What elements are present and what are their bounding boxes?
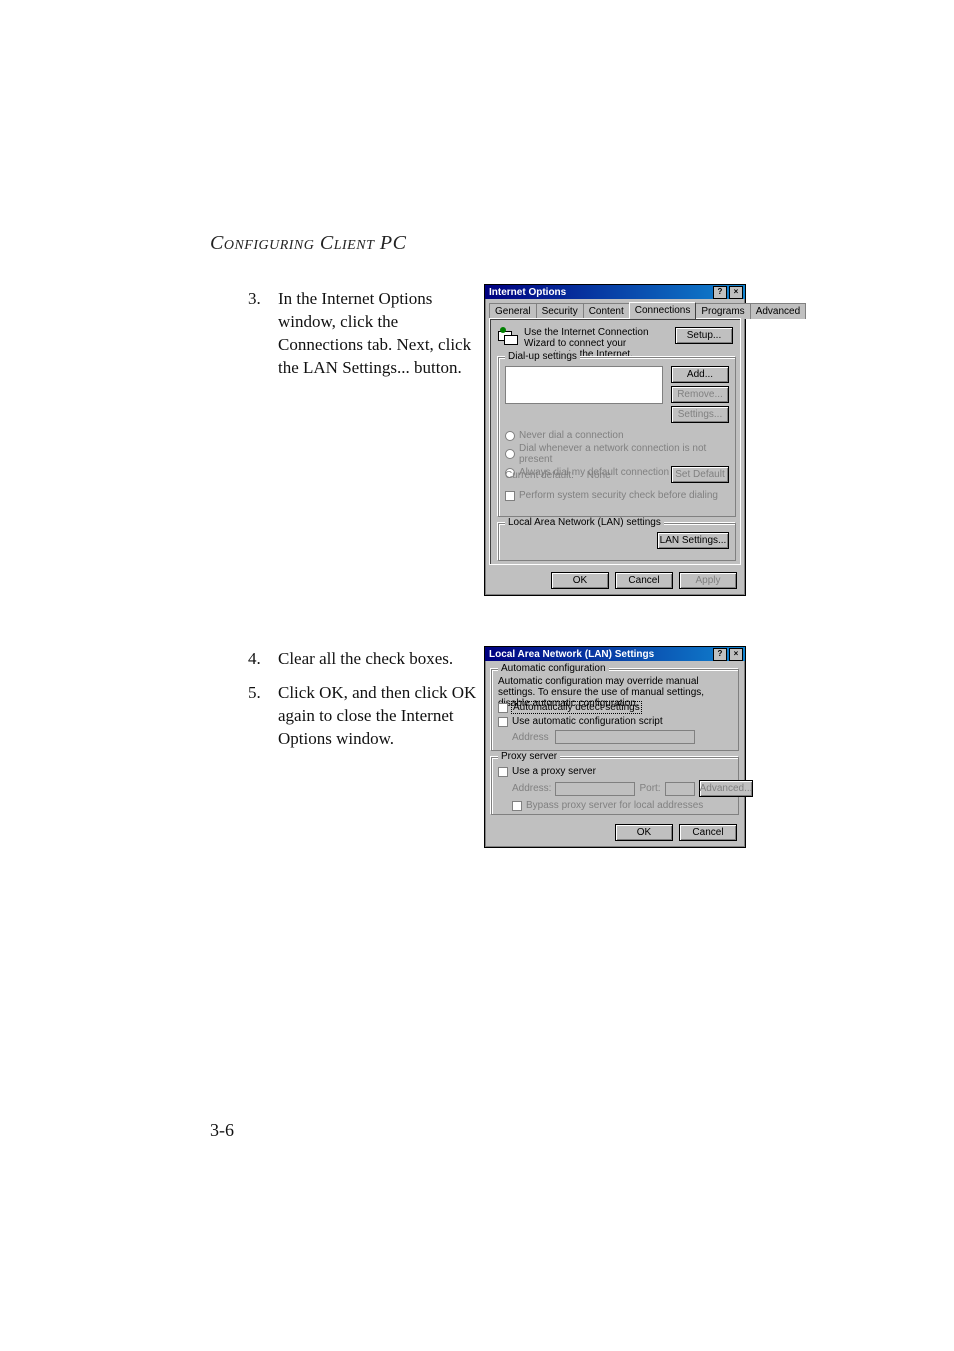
current-default-label: Current default: bbox=[505, 470, 574, 481]
dialup-group-label: Dial-up settings bbox=[505, 351, 580, 362]
lan-settings-titlebar: Local Area Network (LAN) Settings ? × bbox=[485, 647, 745, 661]
remove-button: Remove... bbox=[671, 386, 729, 403]
internet-options-title: Internet Options bbox=[487, 287, 711, 298]
step-5-text: Click OK, and then click OK again to clo… bbox=[278, 682, 478, 751]
close-icon[interactable]: × bbox=[729, 648, 743, 661]
lan-group: Local Area Network (LAN) settings LAN Se… bbox=[498, 523, 736, 561]
current-default-value: None bbox=[587, 470, 611, 481]
perform-security-check-label: Perform system security check before dia… bbox=[519, 490, 718, 501]
apply-button: Apply bbox=[679, 572, 737, 589]
tab-security[interactable]: Security bbox=[536, 303, 584, 319]
bypass-local-checkbox: Bypass proxy server for local addresses bbox=[512, 800, 703, 811]
step-3-number: 3. bbox=[248, 288, 278, 380]
use-proxy-label: Use a proxy server bbox=[512, 766, 596, 777]
settings-button: Settings... bbox=[671, 406, 729, 423]
step-4-number: 4. bbox=[248, 648, 278, 671]
auto-config-group-label: Automatic configuration bbox=[498, 663, 609, 674]
bypass-local-label: Bypass proxy server for local addresses bbox=[526, 800, 703, 811]
section-title: Configuring Client PC bbox=[210, 232, 406, 255]
step-4: 4. Clear all the check boxes. bbox=[248, 648, 478, 671]
radio-never-dial-label: Never dial a connection bbox=[519, 430, 624, 441]
step-3: 3. In the Internet Options window, click… bbox=[248, 288, 478, 380]
tab-connections[interactable]: Connections bbox=[629, 302, 697, 319]
proxy-port-label: Port: bbox=[639, 783, 660, 794]
page: Configuring Client PC 3. In the Internet… bbox=[0, 0, 954, 1351]
set-default-button: Set Default bbox=[671, 466, 729, 483]
connections-tab-body: Use the Internet Connection Wizard to co… bbox=[489, 318, 741, 565]
auto-address-label: Address bbox=[512, 732, 549, 743]
step-5: 5. Click OK, and then click OK again to … bbox=[248, 682, 478, 751]
tab-programs[interactable]: Programs bbox=[695, 303, 750, 319]
ok-button[interactable]: OK bbox=[551, 572, 609, 589]
lan-settings-button-row: OK Cancel bbox=[615, 824, 737, 841]
cancel-button[interactable]: Cancel bbox=[679, 824, 737, 841]
internet-options-tabs: General Security Content Connections Pro… bbox=[489, 303, 805, 319]
radio-never-dial: Never dial a connection bbox=[505, 430, 725, 441]
proxy-group: Proxy server Use a proxy server Address:… bbox=[491, 757, 739, 815]
internet-options-titlebar: Internet Options ? × bbox=[485, 285, 745, 299]
ok-button[interactable]: OK bbox=[615, 824, 673, 841]
radio-dial-when: Dial whenever a network connection is no… bbox=[505, 443, 725, 465]
close-icon[interactable]: × bbox=[729, 286, 743, 299]
auto-address-input bbox=[555, 730, 695, 744]
step-4-text: Clear all the check boxes. bbox=[278, 648, 478, 671]
proxy-advanced-button: Advanced... bbox=[699, 780, 753, 797]
internet-options-button-row: OK Cancel Apply bbox=[551, 572, 737, 589]
use-proxy-checkbox[interactable]: Use a proxy server bbox=[498, 766, 596, 777]
proxy-group-label: Proxy server bbox=[498, 751, 560, 762]
add-button[interactable]: Add... bbox=[671, 366, 729, 383]
step-3-text: In the Internet Options window, click th… bbox=[278, 288, 478, 380]
help-icon[interactable]: ? bbox=[713, 648, 727, 661]
help-icon[interactable]: ? bbox=[713, 286, 727, 299]
tab-general[interactable]: General bbox=[489, 303, 537, 319]
auto-script-label: Use automatic configuration script bbox=[512, 716, 663, 727]
page-number: 3-6 bbox=[210, 1120, 234, 1141]
tab-content[interactable]: Content bbox=[583, 303, 630, 319]
connection-wizard-icon bbox=[498, 327, 518, 345]
perform-security-check: Perform system security check before dia… bbox=[505, 490, 718, 501]
lan-group-label: Local Area Network (LAN) settings bbox=[505, 517, 664, 528]
cancel-button[interactable]: Cancel bbox=[615, 572, 673, 589]
step-5-number: 5. bbox=[248, 682, 278, 751]
radio-dial-when-label: Dial whenever a network connection is no… bbox=[519, 443, 725, 465]
proxy-address-input bbox=[555, 782, 635, 796]
internet-options-dialog: Internet Options ? × General Security Co… bbox=[484, 284, 746, 596]
lan-settings-dialog: Local Area Network (LAN) Settings ? × Au… bbox=[484, 646, 746, 848]
tab-advanced[interactable]: Advanced bbox=[750, 303, 806, 319]
proxy-port-input bbox=[665, 782, 695, 796]
proxy-address-label: Address: bbox=[512, 783, 551, 794]
setup-button[interactable]: Setup... bbox=[675, 327, 733, 344]
dialup-list[interactable] bbox=[505, 366, 663, 404]
lan-settings-title: Local Area Network (LAN) Settings bbox=[487, 649, 711, 660]
lan-settings-button[interactable]: LAN Settings... bbox=[657, 532, 729, 549]
auto-script-checkbox[interactable]: Use automatic configuration script bbox=[498, 716, 663, 727]
auto-detect-label: Automatically detect settings bbox=[512, 702, 641, 713]
dialup-group: Dial-up settings Add... Remove... Settin… bbox=[498, 357, 736, 517]
auto-config-group: Automatic configuration Automatic config… bbox=[491, 669, 739, 751]
auto-detect-checkbox[interactable]: Automatically detect settings bbox=[498, 702, 641, 713]
